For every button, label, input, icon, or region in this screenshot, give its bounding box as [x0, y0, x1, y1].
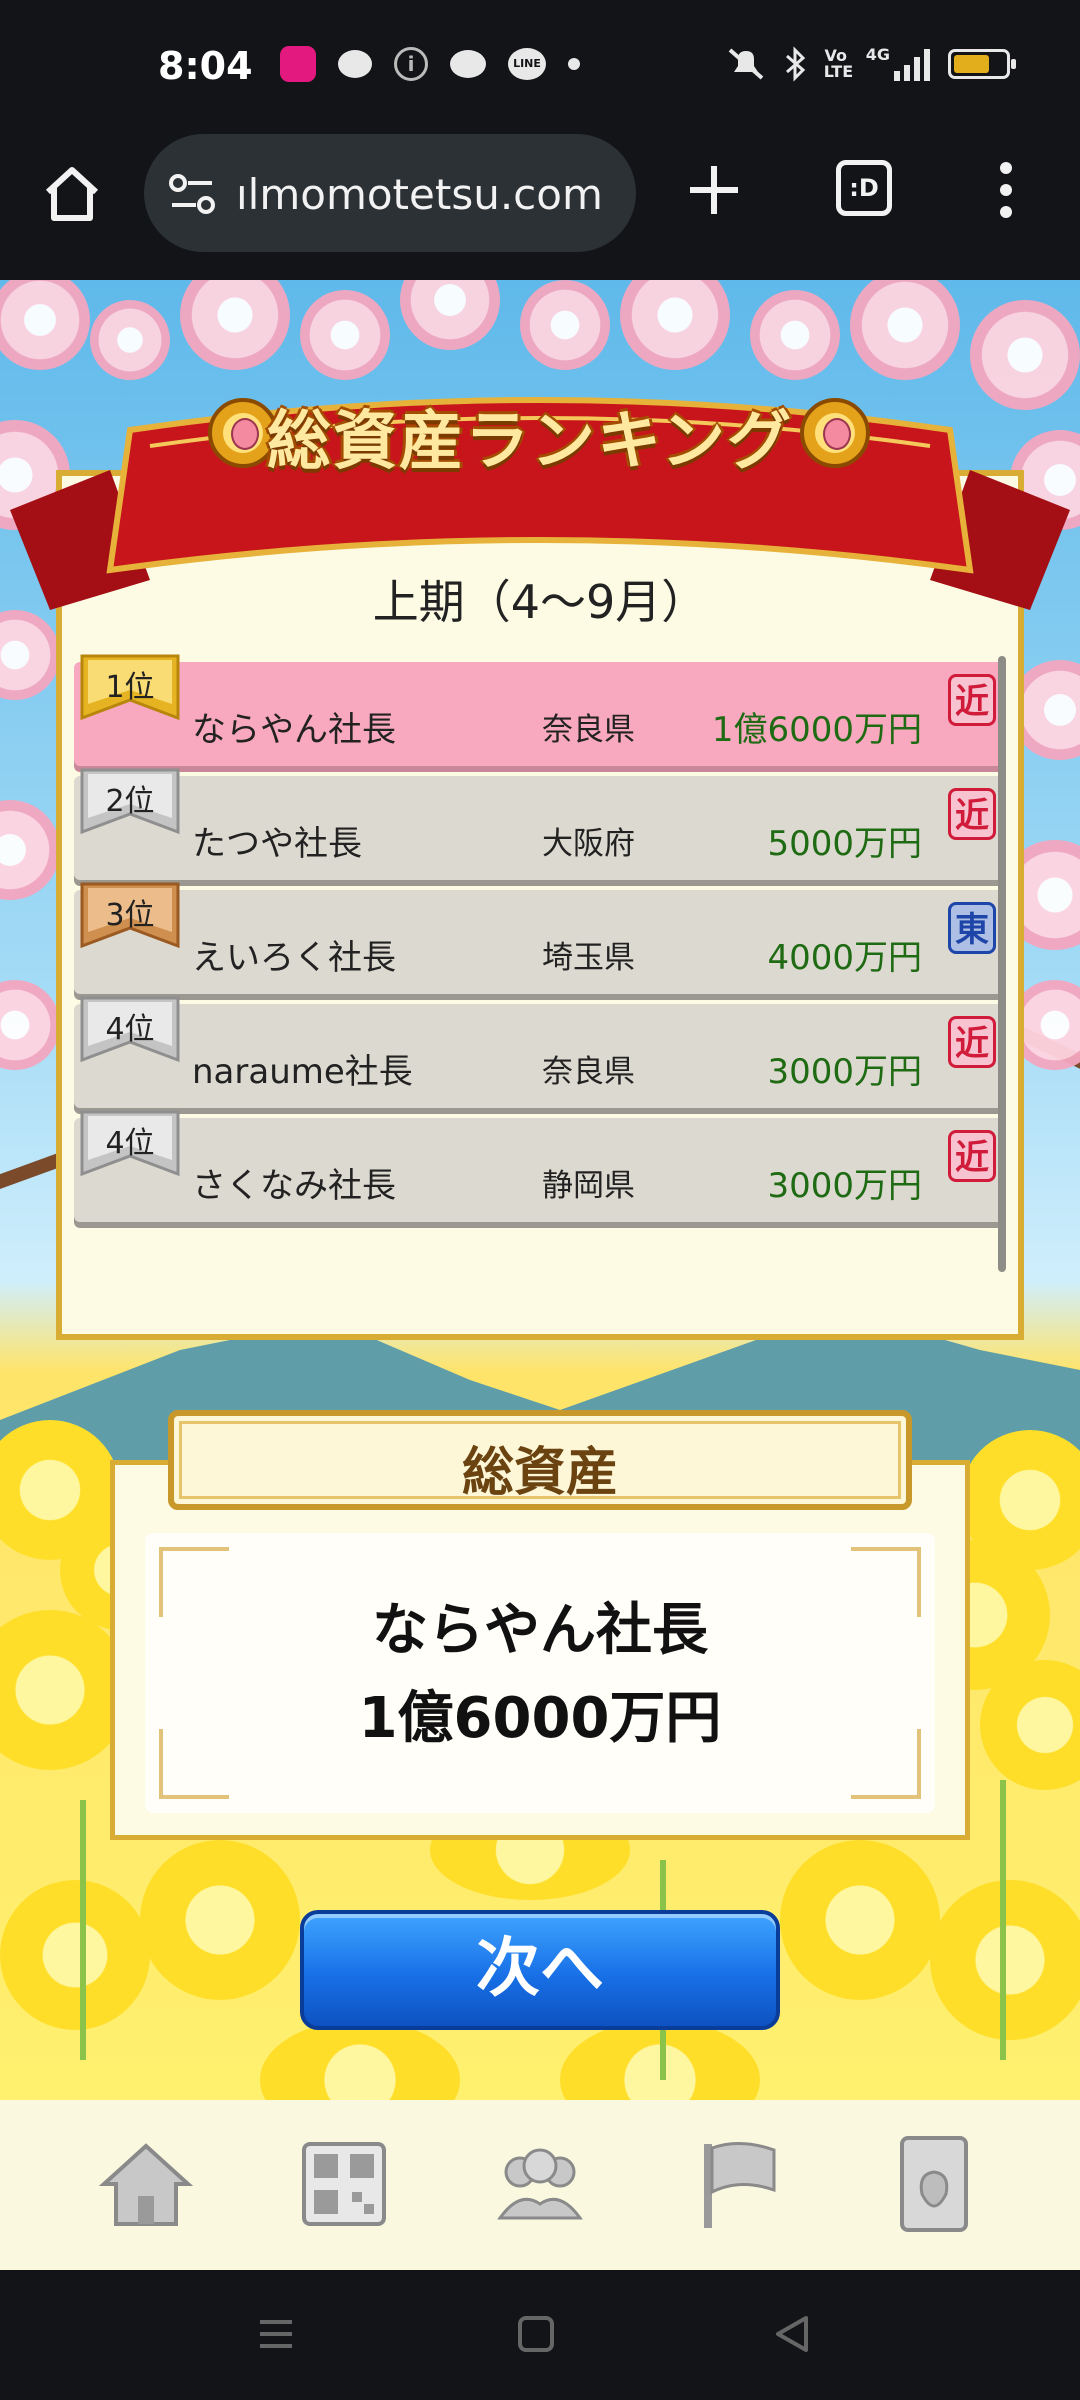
ranking-row: 4位 naraume社長 奈良県 3000万円近 [74, 996, 1004, 1108]
rank-medal-icon: 1位 [80, 654, 180, 728]
rank-medal-icon: 2位 [80, 768, 180, 842]
total-assets-header: 総資産 [168, 1410, 912, 1510]
app-notification-icon [280, 46, 316, 82]
ranking-title: 総資産ランキング [266, 405, 794, 479]
player-assets: 3000万円 [767, 1052, 922, 1092]
recents-icon[interactable] [256, 2314, 296, 2354]
ranking-row: 4位さくなみ社長 静岡県 3000万円近 [74, 1110, 1004, 1222]
player-prefecture: 大阪府 [542, 826, 635, 862]
url-text: ılmomotetsu.com [236, 170, 603, 219]
region-badge-icon: 近 [948, 788, 996, 840]
back-icon[interactable] [772, 2314, 812, 2354]
new-tab-icon[interactable] [686, 162, 742, 218]
system-navigation-bar [0, 2270, 1080, 2400]
region-badge-icon: 近 [948, 1130, 996, 1182]
flag-icon[interactable] [690, 2134, 790, 2234]
rank-medal-icon: 3位 [80, 882, 180, 956]
ranking-row: 2位たつや社長 大阪府 5000万円近 [74, 768, 1004, 880]
signal-icon: 4G [866, 47, 930, 81]
rank-label: 4位 [105, 1012, 155, 1047]
battery-icon [948, 49, 1016, 79]
friends-icon[interactable] [490, 2134, 590, 2234]
more-notifications-dot-icon [568, 58, 580, 70]
ranking-scrollbar[interactable] [998, 656, 1006, 1272]
rank-label: 4位 [105, 1126, 155, 1161]
card-icon[interactable] [884, 2134, 984, 2234]
line-icon: LINE [508, 48, 546, 80]
more-menu-icon[interactable] [996, 160, 1016, 220]
ranking-row: 3位えいろく社長 埼玉県 4000万円東 [74, 882, 1004, 994]
total-assets-panel: ならやん社長 1億6000万円 [110, 1460, 970, 1840]
player-name: naraume社長 [192, 1052, 413, 1092]
total-assets-card: ならやん社長 1億6000万円 [145, 1533, 935, 1813]
status-time: 8:04 [158, 44, 253, 88]
home-icon[interactable] [40, 162, 104, 226]
system-home-icon[interactable] [516, 2314, 556, 2354]
player-prefecture: 奈良県 [542, 1054, 635, 1090]
total-assets-amount: 1億6000万円 [358, 1686, 722, 1751]
rank-label: 1位 [105, 670, 155, 705]
rank-medal-icon: 4位 [80, 996, 180, 1070]
rank-label: 2位 [105, 784, 155, 819]
rank-label: 3位 [105, 898, 155, 933]
ranking-row: 1位ならやん社長 奈良県 1億6000万円近 [74, 654, 1004, 766]
player-name: ならやん社長 [192, 710, 396, 750]
address-bar[interactable]: ılmomotetsu.com [144, 134, 636, 252]
next-button[interactable]: 次へ [300, 1910, 780, 2030]
player-prefecture: 静岡県 [542, 1168, 635, 1204]
mute-bell-icon [728, 48, 764, 80]
game-bottom-nav [0, 2100, 1080, 2270]
player-assets: 5000万円 [767, 824, 922, 864]
region-badge-icon: 東 [948, 902, 996, 954]
player-name: さくなみ社長 [192, 1166, 396, 1206]
total-assets-title: 総資産 [461, 1443, 618, 1503]
ranking-list[interactable]: 1位 ならやん社長 奈良県 1億6000万円近 2位 たつや社長 大阪府 5000万円近 3位え… [74, 654, 1004, 1232]
volte-label: Vo LTE [823, 46, 854, 81]
game-screen: 上期（4〜9月） 1位 ならやん社長 奈良県 1億6000万円近 2位 たつや社長 大阪府 5… [0, 280, 1080, 2100]
site-settings-icon[interactable] [168, 174, 216, 214]
player-assets: 3000万円 [767, 1166, 922, 1206]
bluetooth-icon [785, 46, 805, 82]
region-badge-icon: 近 [948, 674, 996, 726]
system-status-icons: Vo LTE 4G [726, 46, 1016, 82]
player-name: えいろく社長 [192, 938, 396, 978]
tab-switcher-button[interactable]: :D [836, 160, 892, 216]
info-icon: i [394, 47, 428, 81]
player-name: たつや社長 [192, 824, 362, 864]
total-assets-name: ならやん社長 [372, 1598, 708, 1663]
status-bar: 8:04 i LINE Vo LTE 4G [0, 0, 1080, 130]
rank-medal-icon: 4位 [80, 1110, 180, 1184]
notification-icons: i LINE [280, 46, 580, 82]
region-badge-icon: 近 [948, 1016, 996, 1068]
chat-bubble-icon [338, 50, 372, 78]
qr-code-icon[interactable] [294, 2134, 394, 2234]
home-icon[interactable] [96, 2134, 196, 2234]
player-assets: 1億6000万円 [711, 710, 922, 750]
piggy-icon [450, 50, 486, 78]
player-prefecture: 埼玉県 [542, 940, 635, 976]
player-assets: 4000万円 [767, 938, 922, 978]
player-prefecture: 奈良県 [542, 712, 635, 748]
